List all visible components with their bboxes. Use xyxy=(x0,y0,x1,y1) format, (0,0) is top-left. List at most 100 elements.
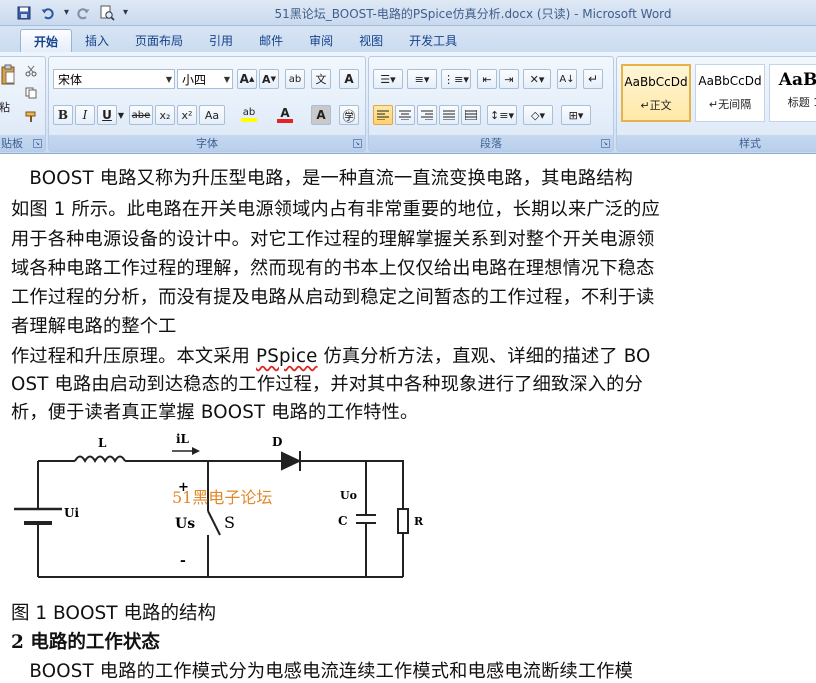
font-name-combo[interactable]: 宋体 ▼ xyxy=(53,69,175,89)
subscript-button[interactable]: x₂ xyxy=(155,105,175,125)
character-border-icon[interactable]: A xyxy=(339,69,359,89)
style-normal-sample: AaBbCcDd xyxy=(624,75,688,89)
clipboard-group: 粘 贴板 ↘ xyxy=(0,56,46,152)
bold-button[interactable]: B xyxy=(53,105,73,125)
cut-icon[interactable] xyxy=(21,61,41,81)
style-heading-1[interactable]: AaBb 标题 1 xyxy=(769,64,816,122)
clear-formatting-icon[interactable]: ab xyxy=(285,69,305,89)
inductor-label: L xyxy=(98,436,107,450)
paste-icon[interactable] xyxy=(0,61,17,91)
chevron-down-icon: ▼ xyxy=(223,75,230,84)
tab-page-layout[interactable]: 页面布局 xyxy=(122,29,196,52)
tab-developer[interactable]: 开发工具 xyxy=(396,29,470,52)
align-right-icon[interactable] xyxy=(417,105,437,125)
justify-icon[interactable] xyxy=(439,105,459,125)
style-normal[interactable]: AaBbCcDd ↵正文 xyxy=(621,64,691,122)
show-marks-icon[interactable]: ↵ xyxy=(583,69,603,89)
tab-review[interactable]: 审阅 xyxy=(296,29,346,52)
font-launcher-icon[interactable]: ↘ xyxy=(353,139,362,148)
grow-font-icon[interactable]: A ▲ xyxy=(237,69,257,89)
paragraph-group: ☰▾ ≡▾ ⋮≡▾ ⇤ ⇥ ✕▾ A↓ ↵ ↕≡▾ ◇▾ ⊞▾ 段落 ↘ xyxy=(368,56,614,152)
tab-mailings[interactable]: 邮件 xyxy=(246,29,296,52)
window-title: 51黑论坛_BOOST-电路的PSpice仿真分析.docx (只读) - Mi… xyxy=(274,7,672,21)
title-bar: ▾ ▾ 51黑论坛_BOOST-电路的PSpice仿真分析.docx (只读) … xyxy=(0,0,816,26)
body-line-5: 工作过程的分析，而没有提及电路从启动到稳定之间暂态的工作过程，不利于读 xyxy=(11,287,655,308)
minus-label: - xyxy=(180,553,186,569)
sort-icon[interactable]: A↓ xyxy=(557,69,577,89)
phonetic-guide-icon[interactable]: 文 xyxy=(311,69,331,89)
decrease-indent-icon[interactable]: ⇤ xyxy=(477,69,497,89)
boost-circuit-figure: L iL D Ui + Us S - Uo C R 51黑电子论坛 xyxy=(14,432,424,578)
font-color-label: A xyxy=(280,106,290,120)
body-line-7: 作过程和升压原理。本文采用 PSpice 仿真分析方法，直观、详细的描述了 BO xyxy=(11,342,651,368)
align-center-icon[interactable] xyxy=(395,105,415,125)
underline-dropdown-icon[interactable]: ▼ xyxy=(115,105,127,125)
style-heading-1-name: 标题 1 xyxy=(787,96,816,109)
italic-button[interactable]: I xyxy=(75,105,95,125)
numbering-icon[interactable]: ≡▾ xyxy=(407,69,437,89)
capacitor-label: C xyxy=(338,514,348,528)
current-label: iL xyxy=(176,432,190,446)
output-voltage-label: Uo xyxy=(340,489,357,502)
body-line-3: 用于各种电源设备的设计中。对它工作过程的理解掌握关系到对整个开关电源领 xyxy=(11,229,655,250)
strikethrough-button[interactable]: abe xyxy=(129,105,153,125)
highlight-button[interactable]: ab xyxy=(235,105,263,125)
borders-icon[interactable]: ⊞▾ xyxy=(561,105,591,125)
change-case-button[interactable]: Aa xyxy=(199,105,225,125)
body-line-last: BOOST 电路的工作模式分为电感电流连续工作模式和电感电流断续工作模 xyxy=(11,661,634,682)
character-shading-button[interactable]: A xyxy=(311,105,331,125)
styles-group: AaBbCcDd ↵正文 AaBbCcDd ↵无间隔 AaBb 标题 1 样式 xyxy=(616,56,816,152)
styles-group-label: 样式 xyxy=(617,135,816,151)
paragraph-group-label: 段落 xyxy=(369,135,613,151)
align-left-icon[interactable] xyxy=(373,105,393,125)
watermark-text: 51黑电子论坛 xyxy=(172,488,272,507)
body-line-7-end: 仿真分析方法，直观、详细的描述了 BO xyxy=(317,346,651,367)
shading-icon[interactable]: ◇▾ xyxy=(523,105,553,125)
format-painter-icon[interactable] xyxy=(21,107,41,127)
switch-label: S xyxy=(224,513,235,532)
paste-label[interactable]: 粘 xyxy=(0,99,10,115)
style-no-spacing[interactable]: AaBbCcDd ↵无间隔 xyxy=(695,64,765,122)
spelling-error-pspice[interactable]: PSpice xyxy=(256,346,318,367)
word-window: ▾ ▾ 51黑论坛_BOOST-电路的PSpice仿真分析.docx (只读) … xyxy=(0,0,816,683)
highlight-label: ab xyxy=(242,107,256,118)
resistor-label: R xyxy=(414,515,424,528)
highlight-color-bar xyxy=(241,118,257,122)
section-heading: 2 电路的工作状态 xyxy=(11,632,160,653)
figure-caption: 图 1 BOOST 电路的结构 xyxy=(11,603,216,624)
font-group: 宋体 ▼ 小四 ▼ A ▲ A ▼ ab 文 A B I U ▼ abe x₂ x²… xyxy=(48,56,366,152)
tab-home[interactable]: 开始 xyxy=(20,29,73,52)
bullets-icon[interactable]: ☰▾ xyxy=(373,69,403,89)
copy-icon[interactable] xyxy=(21,83,41,103)
distributed-icon[interactable] xyxy=(461,105,481,125)
style-no-spacing-name: ↵无间隔 xyxy=(708,98,752,111)
font-group-label: 字体 xyxy=(49,135,365,151)
superscript-button[interactable]: x² xyxy=(177,105,197,125)
tab-insert[interactable]: 插入 xyxy=(72,29,122,52)
ribbon: 粘 贴板 ↘ 宋体 ▼ 小四 ▼ A ▲ A ▼ ab 文 A B I U ▼ … xyxy=(0,52,816,154)
style-heading-1-sample: AaBb xyxy=(778,70,816,90)
tab-references[interactable]: 引用 xyxy=(196,29,246,52)
shrink-font-icon[interactable]: A ▼ xyxy=(259,69,279,89)
enclose-characters-button[interactable]: ㊫ xyxy=(339,105,359,125)
underline-button[interactable]: U xyxy=(97,105,117,125)
body-line-8: OST 电路由启动到达稳态的工作过程，并对其中各种现象进行了细致深入的分 xyxy=(11,374,643,395)
style-normal-name: ↵正文 xyxy=(640,99,672,112)
font-size-combo[interactable]: 小四 ▼ xyxy=(177,69,233,89)
chevron-down-icon: ▼ xyxy=(165,75,172,84)
increase-indent-icon[interactable]: ⇥ xyxy=(499,69,519,89)
multilevel-list-icon[interactable]: ⋮≡▾ xyxy=(441,69,471,89)
font-color-button[interactable]: A xyxy=(271,105,299,125)
ribbon-tabs: 开始 插入 页面布局 引用 邮件 审阅 视图 开发工具 xyxy=(0,26,816,52)
paragraph-launcher-icon[interactable]: ↘ xyxy=(601,139,610,148)
line-spacing-icon[interactable]: ↕≡▾ xyxy=(487,105,517,125)
font-color-bar xyxy=(277,119,293,123)
diode-label: D xyxy=(272,435,282,449)
asian-layout-icon[interactable]: ✕▾ xyxy=(523,69,551,89)
body-line-7-start: 作过程和升压原理。本文采用 xyxy=(11,346,257,367)
font-name-value: 宋体 xyxy=(58,73,83,87)
document-page[interactable]: BOOST 电路又称为升压型电路，是一种直流一直流变换电路，其电路结构 如图 1… xyxy=(0,155,816,683)
clipboard-launcher-icon[interactable]: ↘ xyxy=(33,139,42,148)
tab-view[interactable]: 视图 xyxy=(346,29,396,52)
body-line-2: 如图 1 所示。此电路在开关电源领域内占有非常重要的地位，长期以来广泛的应 xyxy=(11,199,660,220)
